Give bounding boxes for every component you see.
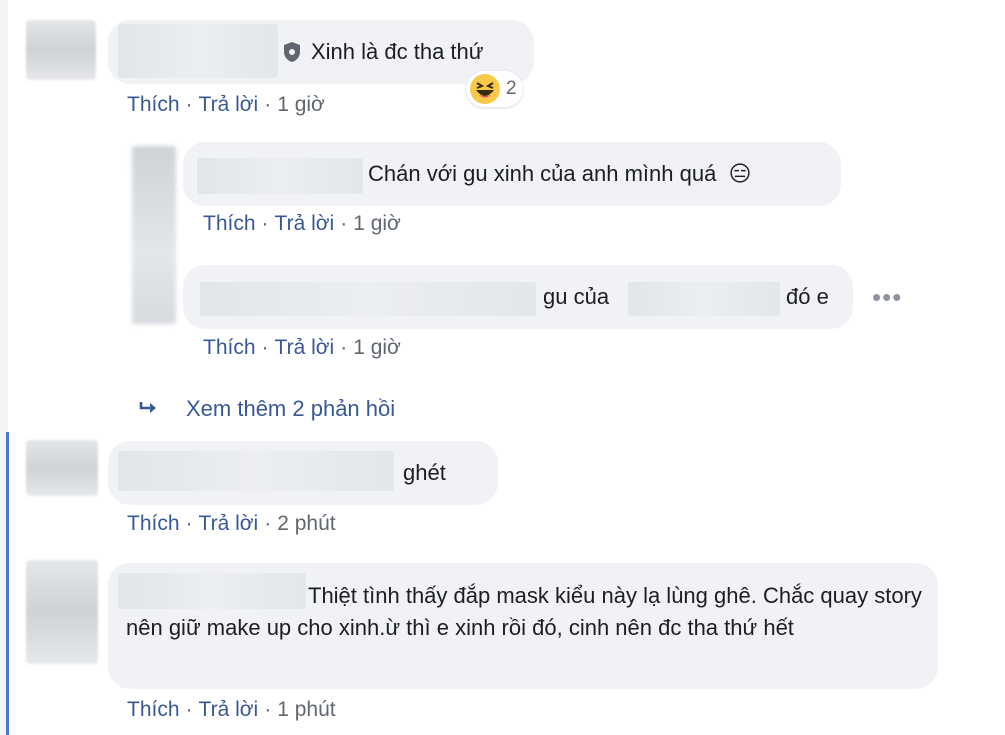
reply-text-content: Chán với gu xinh của anh mình quá [368,161,717,186]
separator: · [340,336,348,359]
reply-text-part-b: đó e [786,284,829,309]
mention-redacted[interactable] [628,282,780,316]
expressionless-emoji-icon: 😑 [728,161,752,186]
reaction-summary[interactable]: 2 [466,71,523,107]
timestamp[interactable]: 1 phút [277,698,335,721]
separator: · [261,336,269,359]
separator: · [264,698,272,721]
separator: · [185,512,193,535]
timestamp[interactable]: 1 giờ [277,93,325,116]
comment-actions: Thích · Trả lời · 1 giờ [127,93,325,117]
reply-text: Chán với gu xinh của anh mình quá 😑 [368,158,751,190]
ellipsis-icon[interactable]: ••• [872,282,902,313]
thread-highlight-line [6,432,9,735]
separator: · [185,93,193,116]
avatar[interactable] [26,560,98,664]
reply-link[interactable]: Trả lời [199,698,259,721]
comment-text-content: Thiệt tình thấy đắp mask kiểu này lạ lùn… [126,583,922,640]
reaction-count: 2 [506,78,517,99]
timestamp[interactable]: 1 giờ [353,212,401,235]
reply-arrow-icon [139,402,156,413]
like-link[interactable]: Thích [203,212,256,235]
comment-actions: Thích · Trả lời · 1 phút [127,698,336,722]
reply-text-part-a: gu của [543,284,610,309]
view-more-replies-link[interactable]: Xem thêm 2 phản hồi [186,396,395,422]
comment-text: ghét [403,460,446,485]
commenter-name-redacted[interactable] [118,451,394,491]
separator: · [185,698,193,721]
comment-actions: Thích · Trả lời · 2 phút [127,512,336,536]
commenter-name-redacted[interactable] [118,24,278,78]
like-link[interactable]: Thích [203,336,256,359]
avatar[interactable] [26,440,98,496]
separator: · [261,212,269,235]
avatar[interactable] [26,20,96,80]
separator: · [340,212,348,235]
reply-avatar-redacted[interactable] [132,146,176,324]
comment-text: Xinh là đc tha thứ [311,39,484,64]
comment-text: Thiệt tình thấy đắp mask kiểu này lạ lùn… [126,580,922,644]
like-link[interactable]: Thích [127,512,180,535]
reply-link[interactable]: Trả lời [275,212,335,235]
timestamp[interactable]: 1 giờ [353,336,401,359]
shield-icon [284,42,300,62]
replier-name-redacted[interactable] [200,282,536,316]
laughing-emoji-icon [470,74,500,104]
reply-link[interactable]: Trả lời [199,512,259,535]
reply-link[interactable]: Trả lời [275,336,335,359]
reply-actions: Thích · Trả lời · 1 giờ [203,336,401,360]
separator: · [264,93,272,116]
reply-actions: Thích · Trả lời · 1 giờ [203,212,401,236]
like-link[interactable]: Thích [127,93,180,116]
reply-link[interactable]: Trả lời [199,93,259,116]
like-link[interactable]: Thích [127,698,180,721]
timestamp[interactable]: 2 phút [277,512,335,535]
separator: · [264,512,272,535]
replier-name-redacted[interactable] [197,158,363,194]
